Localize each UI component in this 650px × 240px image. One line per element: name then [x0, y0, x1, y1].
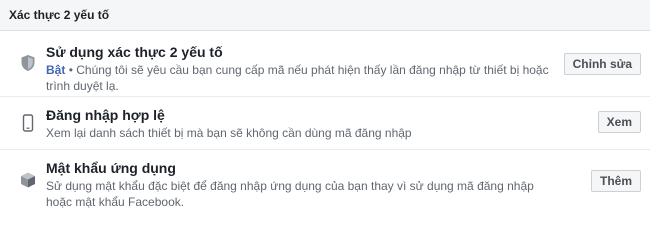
- settings-row-two-factor: Sử dụng xác thực 2 yếu tố Bật • Chúng tô…: [0, 31, 650, 97]
- phone-icon: [18, 113, 38, 133]
- row-body: Đăng nhập hợp lệ Xem lại danh sách thiết…: [46, 106, 560, 141]
- row-body: Sử dụng xác thực 2 yếu tố Bật • Chúng tô…: [46, 43, 560, 94]
- row-body: Mật khẩu ứng dụng Sử dụng mật khẩu đặc b…: [46, 159, 560, 210]
- shield-icon: [18, 53, 38, 73]
- row-title: Sử dụng xác thực 2 yếu tố: [46, 44, 223, 60]
- settings-row-authorized-logins: Đăng nhập hợp lệ Xem lại danh sách thiết…: [0, 97, 650, 150]
- row-title: Mật khẩu ứng dụng: [46, 160, 176, 176]
- status-on-label: Bật: [46, 63, 66, 77]
- row-description: Sử dụng mật khẩu đặc biệt để đăng nhập ứ…: [46, 179, 534, 209]
- row-description-text: Chúng tôi sẽ yêu cầu bạn cung cấp mã nếu…: [46, 63, 549, 93]
- view-button[interactable]: Xem: [597, 111, 641, 133]
- add-button[interactable]: Thêm: [590, 170, 641, 192]
- row-title: Đăng nhập hợp lệ: [46, 107, 165, 123]
- row-description: Xem lại danh sách thiết bị mà bạn sẽ khô…: [46, 126, 412, 140]
- section-title: Xác thực 2 yếu tố: [0, 0, 650, 31]
- settings-row-app-passwords: Mật khẩu ứng dụng Sử dụng mật khẩu đặc b…: [0, 150, 650, 210]
- two-factor-settings-panel: Xác thực 2 yếu tố Sử dụng xác thực 2 yếu…: [0, 0, 650, 211]
- row-description: Bật • Chúng tôi sẽ yêu cầu bạn cung cấp …: [46, 62, 560, 94]
- edit-button[interactable]: Chỉnh sửa: [563, 53, 641, 75]
- box-icon: [18, 170, 38, 190]
- separator-dot: •: [68, 63, 73, 77]
